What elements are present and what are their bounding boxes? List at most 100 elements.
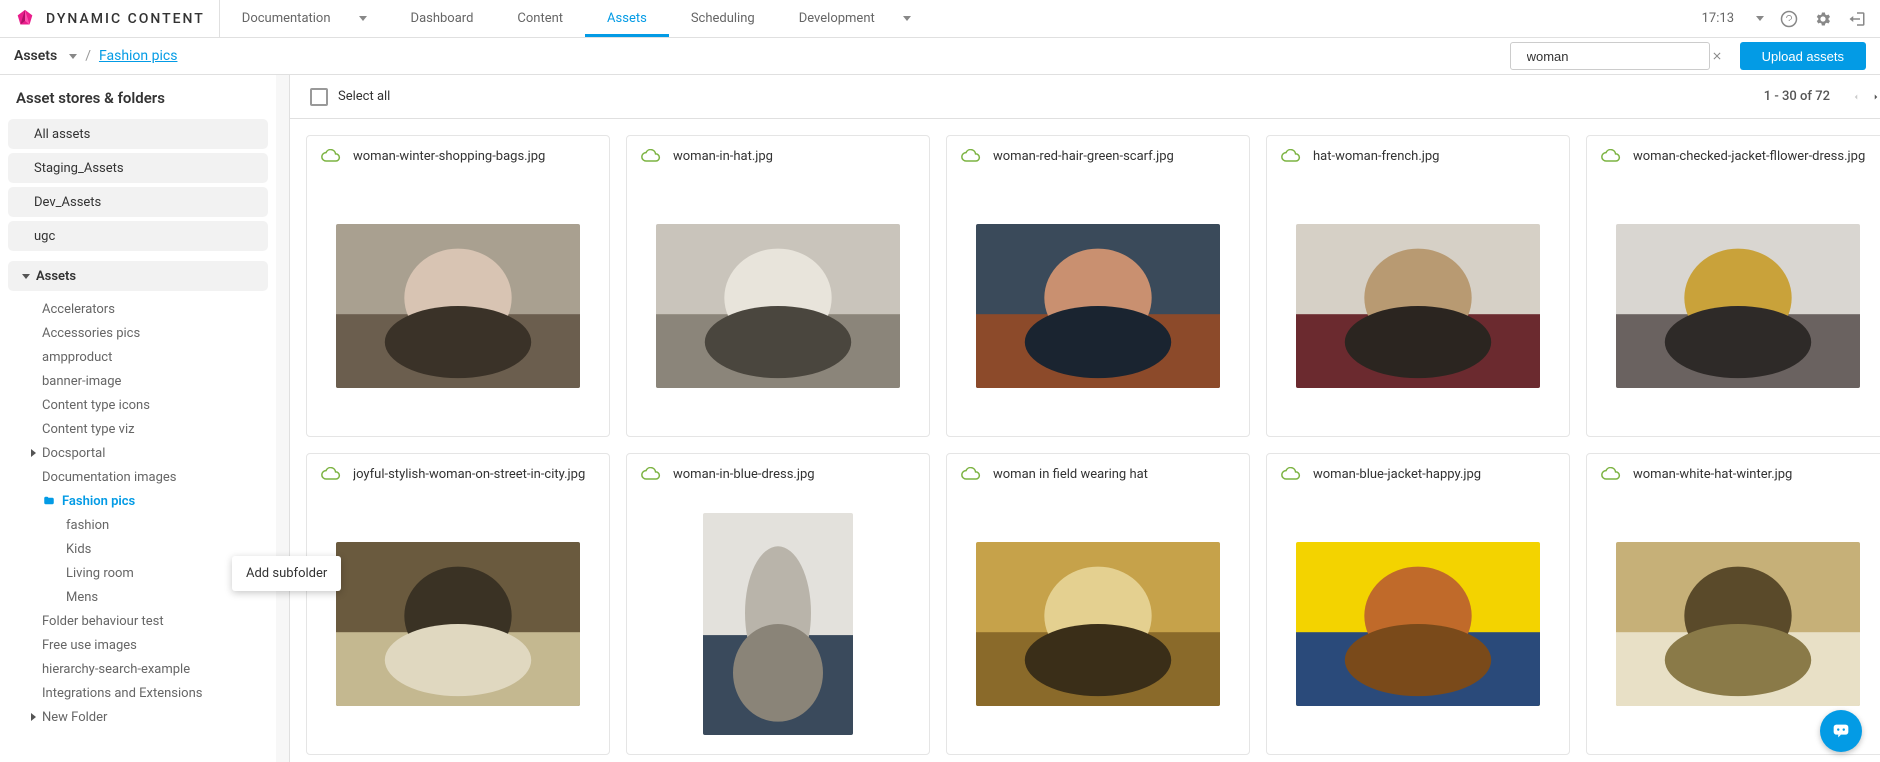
folder-hierarchy-search-example[interactable]: hierarchy-search-example [8, 657, 268, 681]
folder-label: Docsportal [42, 446, 105, 461]
asset-card[interactable]: woman-in-blue-dress.jpg [626, 453, 930, 755]
folder-label: Mens [66, 590, 98, 605]
asset-card-header: joyful-stylish-woman-on-street-in-city.j… [307, 454, 609, 494]
folder-ampproduct[interactable]: ampproduct [8, 345, 268, 369]
asset-store-all-assets[interactable]: All assets [8, 119, 268, 149]
asset-thumbnail [1616, 542, 1860, 706]
breadcrumb-root[interactable]: Assets [14, 48, 57, 64]
clock-dropdown-icon[interactable] [1756, 16, 1764, 21]
folder-accelerators[interactable]: Accelerators [8, 297, 268, 321]
asset-store-staging-assets[interactable]: Staging_Assets [8, 153, 268, 183]
cloud-published-icon [321, 467, 341, 481]
chat-icon [1830, 720, 1852, 742]
folder-documentation-images[interactable]: Documentation images [8, 465, 268, 489]
breadcrumb-current[interactable]: Fashion pics [99, 48, 177, 64]
nav-scheduling[interactable]: Scheduling [669, 0, 777, 37]
breadcrumb: Assets / Fashion pics [14, 48, 177, 64]
folder-label: Documentation images [42, 470, 176, 485]
folder-label: Content type icons [42, 398, 150, 413]
asset-name: woman-blue-jacket-happy.jpg [1313, 467, 1555, 482]
folder-kids[interactable]: Kids [20, 537, 268, 561]
nav-dashboard[interactable]: Dashboard [389, 0, 496, 37]
select-all-checkbox[interactable] [310, 88, 328, 106]
asset-store-ugc[interactable]: ugc [8, 221, 268, 251]
asset-name: woman-red-hair-green-scarf.jpg [993, 149, 1235, 164]
search-box[interactable] [1510, 42, 1710, 70]
nav-assets[interactable]: Assets [585, 0, 669, 37]
asset-thumbnail [656, 224, 900, 388]
folder-folder-behaviour-test[interactable]: Folder behaviour test [8, 609, 268, 633]
asset-store-dev-assets[interactable]: Dev_Assets [8, 187, 268, 217]
asset-thumbnail [1296, 542, 1540, 706]
chat-fab[interactable] [1820, 710, 1862, 752]
asset-card[interactable]: woman-in-hat.jpg [626, 135, 930, 437]
asset-name: woman-checked-jacket-fllower-dress.jpg [1633, 149, 1875, 164]
pagination-prev[interactable] [1846, 87, 1866, 107]
upload-assets-button[interactable]: Upload assets [1740, 42, 1866, 70]
folder-label: New Folder [42, 710, 107, 725]
asset-card[interactable]: hat-woman-french.jpg [1266, 135, 1570, 437]
folder-mens[interactable]: Mens [20, 585, 268, 609]
cloud-published-icon [641, 149, 661, 163]
help-icon[interactable] [1780, 10, 1798, 28]
cloud-published-icon [961, 467, 981, 481]
add-subfolder-tooltip: Add subfolder [232, 556, 341, 591]
cloud-published-icon [961, 149, 981, 163]
asset-thumbnail [1616, 224, 1860, 388]
asset-name: woman-white-hat-winter.jpg [1633, 467, 1875, 482]
asset-card-header: woman-in-blue-dress.jpg [627, 454, 929, 494]
nav-content[interactable]: Content [495, 0, 585, 37]
asset-thumb-wrap [627, 494, 929, 754]
settings-icon[interactable] [1814, 10, 1832, 28]
folder-label: Fashion pics [62, 494, 135, 509]
asset-card-header: woman-in-hat.jpg [627, 136, 929, 176]
asset-card-header: woman in field wearing hat [947, 454, 1249, 494]
folder-label: Integrations and Extensions [42, 686, 202, 701]
folder-label: Content type viz [42, 422, 135, 437]
nav-development-label: Development [799, 11, 875, 26]
asset-card-header: woman-winter-shopping-bags.jpg [307, 136, 609, 176]
folder-label: Accessories pics [42, 326, 140, 341]
asset-card-header: woman-blue-jacket-happy.jpg [1267, 454, 1569, 494]
folder-content-type-viz[interactable]: Content type viz [8, 417, 268, 441]
folder-free-use-images[interactable]: Free use images [8, 633, 268, 657]
tree-root-assets[interactable]: Assets [8, 261, 268, 291]
cloud-published-icon [1601, 467, 1621, 481]
nav-development[interactable]: Development [777, 0, 933, 37]
folder-new-folder[interactable]: New Folder [8, 705, 268, 729]
breadcrumb-root-dropdown-icon[interactable] [69, 54, 77, 59]
folder-label: Accelerators [42, 302, 115, 317]
asset-card[interactable]: woman-winter-shopping-bags.jpg [306, 135, 610, 437]
nav-content-label: Content [517, 11, 563, 26]
folder-banner-image[interactable]: banner-image [8, 369, 268, 393]
pagination-next[interactable] [1866, 87, 1880, 107]
asset-card[interactable]: woman-blue-jacket-happy.jpg [1266, 453, 1570, 755]
brand-logo-icon [14, 8, 36, 30]
asset-card[interactable]: woman-red-hair-green-scarf.jpg [946, 135, 1250, 437]
folder-fashion[interactable]: fashion [20, 513, 268, 537]
folder-label: Living room [66, 566, 134, 581]
folder-fashion-pics[interactable]: Fashion pics [8, 489, 268, 513]
asset-grid-wrap: woman-winter-shopping-bags.jpg woman-in-… [290, 119, 1880, 762]
search-input[interactable] [1527, 49, 1703, 64]
asset-card-header: hat-woman-french.jpg [1267, 136, 1569, 176]
asset-thumb-wrap [627, 176, 929, 436]
folder-accessories-pics[interactable]: Accessories pics [8, 321, 268, 345]
logout-icon[interactable] [1848, 10, 1866, 28]
asset-thumbnail [1296, 224, 1540, 388]
cloud-published-icon [1281, 149, 1301, 163]
search-clear-button[interactable] [1711, 48, 1723, 64]
select-all[interactable]: Select all [310, 88, 390, 106]
nav-documentation[interactable]: Documentation [220, 0, 389, 37]
asset-card[interactable]: woman-checked-jacket-fllower-dress.jpg [1586, 135, 1880, 437]
primary-nav: Documentation Dashboard Content Assets S… [220, 0, 933, 37]
folder-docsportal[interactable]: Docsportal [8, 441, 268, 465]
asset-card[interactable]: woman in field wearing hat [946, 453, 1250, 755]
sidebar-scrollbar[interactable] [276, 75, 289, 762]
asset-card[interactable]: joyful-stylish-woman-on-street-in-city.j… [306, 453, 610, 755]
folder-content-type-icons[interactable]: Content type icons [8, 393, 268, 417]
folder-living-room[interactable]: Living room [20, 561, 268, 585]
asset-name: woman-in-hat.jpg [673, 149, 915, 164]
folder-integrations-and-extensions[interactable]: Integrations and Extensions [8, 681, 268, 705]
top-right-controls: 17:13 [1702, 10, 1880, 28]
